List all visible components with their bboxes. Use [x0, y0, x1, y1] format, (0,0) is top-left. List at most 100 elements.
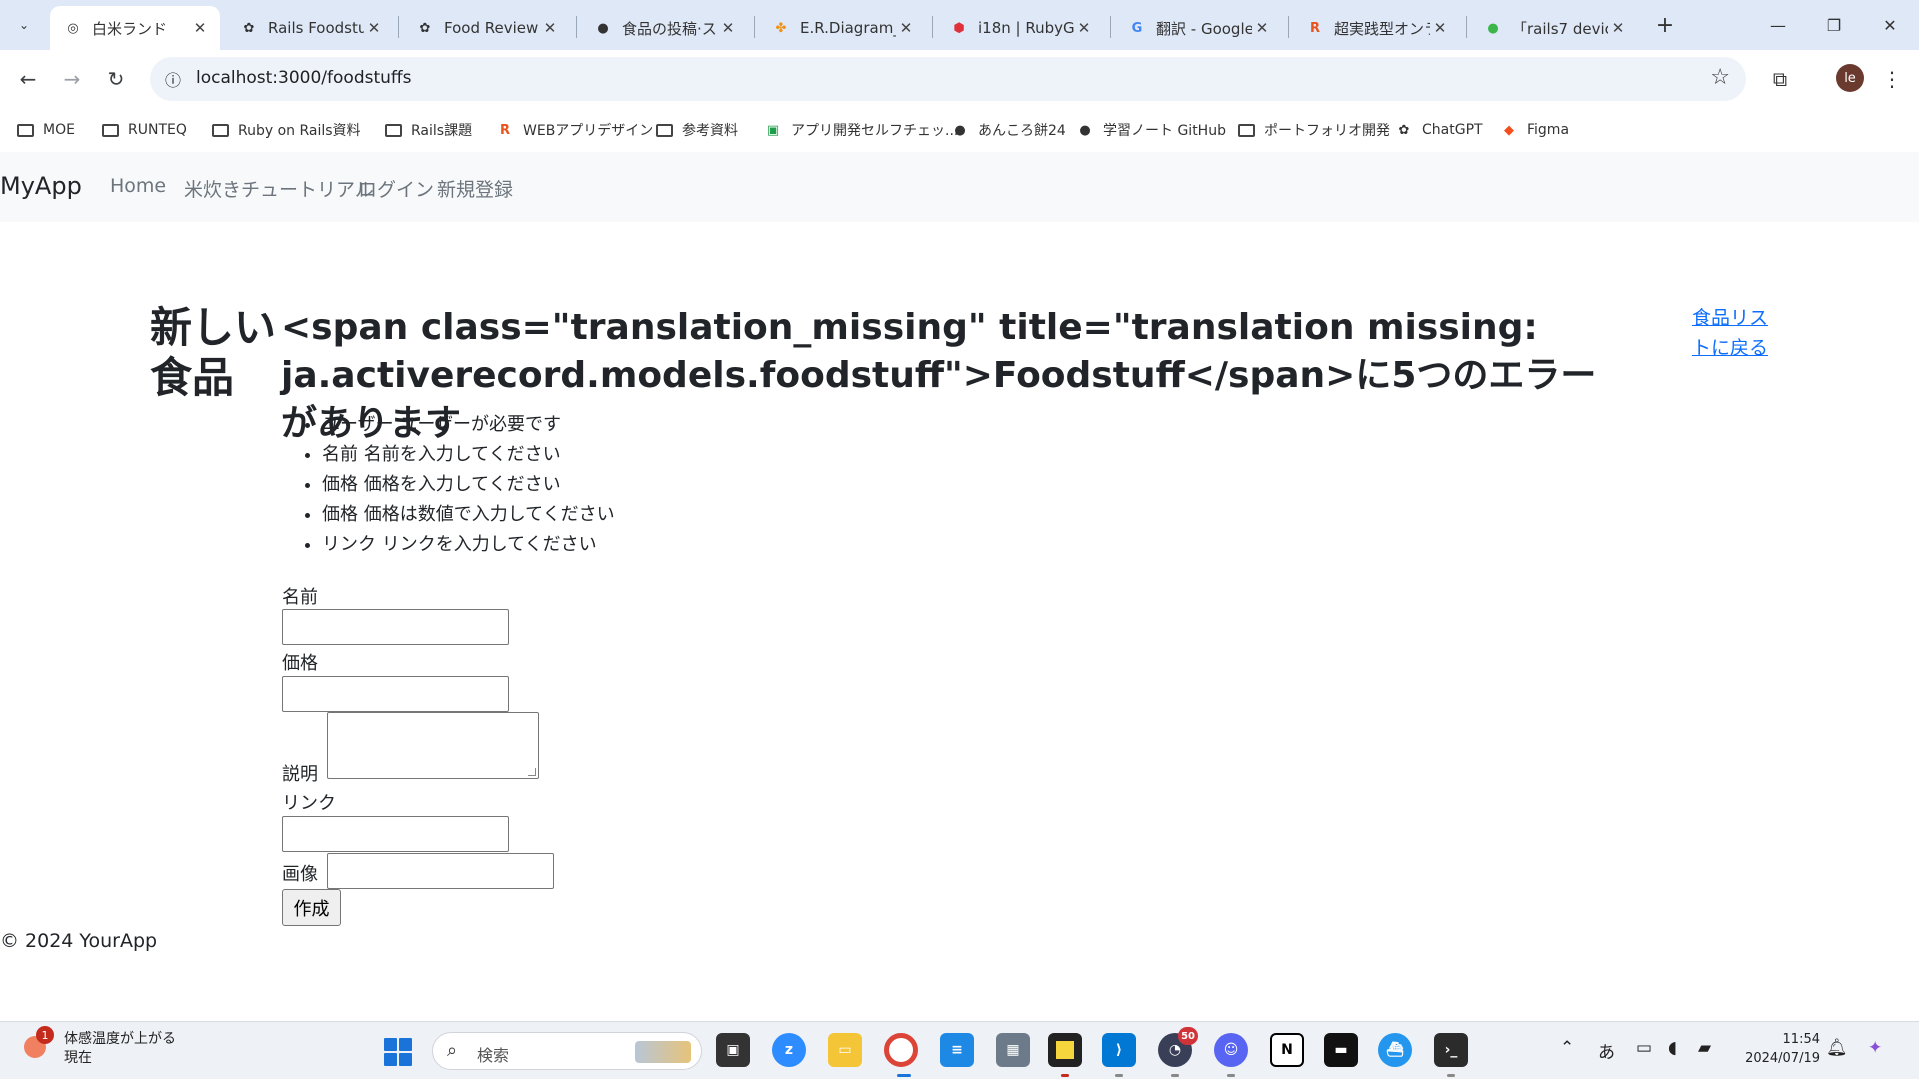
chrome-icon[interactable] [884, 1033, 918, 1067]
create-button[interactable]: 作成 [282, 889, 341, 926]
runcat-icon[interactable]: ◔ 50 [1158, 1027, 1198, 1067]
sticky-notes-icon[interactable] [1048, 1033, 1082, 1067]
windows-terminal-icon[interactable]: ›_ [1434, 1033, 1468, 1067]
vscode-icon[interactable]: ⟩ [1102, 1033, 1136, 1067]
github-icon: ● [1079, 122, 1091, 138]
volume-icon[interactable]: ◖ [1668, 1038, 1677, 1058]
resize-handle-icon[interactable] [528, 768, 536, 776]
window-close-icon[interactable]: ✕ [1862, 6, 1918, 44]
description-label: 説明 [282, 764, 318, 785]
bookmark-item[interactable]: ◆ Figma [1500, 118, 1569, 142]
nav-signup[interactable]: 新規登録 [437, 175, 513, 202]
battery-icon[interactable]: ▰ [1698, 1038, 1711, 1058]
restore-icon[interactable]: ❐ [1806, 6, 1862, 44]
discord-icon[interactable]: ☺ [1214, 1033, 1248, 1067]
error-list: ユーザー ユーザーが必要です 名前 名前を入力してください 価格 価格を入力して… [282, 410, 615, 560]
back-arrow-icon[interactable]: ← [12, 63, 44, 95]
reload-icon[interactable]: ↻ [100, 63, 132, 95]
bell-icon[interactable]: 🔔︎ [1826, 1038, 1848, 1058]
tab-active[interactable]: ◎ 白米ランド ✕ [50, 6, 220, 50]
tab[interactable]: ✤ E.R.Diagram_ ✕ [758, 6, 926, 50]
calculator-icon[interactable]: ▦ [996, 1033, 1030, 1067]
tab-search-button[interactable]: ⌄ [8, 10, 40, 40]
taskbar: 1 体感温度が上がる 現在 ⌕ 検索 ▣ z ▭ ≡ ▦ ⟩ ◔ 50 ☺ N ▬… [0, 1021, 1919, 1079]
nav-rice-tutorial[interactable]: 米炊きチュートリアル [184, 175, 374, 202]
zoom-icon[interactable]: z [772, 1033, 806, 1067]
er-diagram-icon: ✤ [775, 20, 787, 36]
runteq-icon: R [1309, 20, 1320, 36]
chevron-up-icon[interactable]: ⌃ [1560, 1038, 1574, 1058]
notion-icon[interactable]: N [1270, 1033, 1304, 1067]
ime-indicator[interactable]: あ [1598, 1038, 1615, 1063]
close-icon[interactable]: ✕ [718, 19, 738, 37]
error-item: ユーザー ユーザーが必要です [322, 410, 615, 440]
more-menu-icon[interactable]: ⋮ [1876, 63, 1908, 95]
tab-title: E.R.Diagram_ [800, 19, 896, 37]
windows-start-icon[interactable] [384, 1038, 412, 1066]
task-view-icon[interactable]: ▣ [716, 1033, 750, 1067]
bookmark-item[interactable]: 参考資料 [655, 118, 738, 142]
app-running-indicator [1227, 1074, 1235, 1077]
minimize-icon[interactable]: — [1750, 6, 1806, 44]
tab-title: 超実践型オンラ [1334, 19, 1430, 38]
network-icon[interactable]: ▭ [1636, 1038, 1652, 1058]
nav-login[interactable]: ログイン [358, 175, 434, 202]
new-tab-button[interactable]: + [1650, 10, 1680, 40]
file-explorer-icon[interactable]: ▭ [828, 1033, 862, 1067]
notepad-icon[interactable]: ≡ [940, 1033, 974, 1067]
bookmark-item[interactable]: Ruby on Rails資料 [211, 118, 361, 142]
bookmark-item[interactable]: ポートフォリオ開発 [1237, 118, 1390, 142]
address-bar[interactable]: ⓘ localhost:3000/foodstuffs ☆ [150, 57, 1746, 101]
bookmark-item[interactable]: ● あんころ餅24 [951, 118, 1066, 142]
back-to-list-link[interactable]: 食品リストに戻る [1692, 303, 1770, 363]
image-field[interactable] [327, 853, 554, 889]
tab[interactable]: ⬢ i18n | RubyGe ✕ [936, 6, 1104, 50]
tab[interactable]: ✿ Food Review ✕ [402, 6, 570, 50]
bookmark-item[interactable]: ▣ アプリ開発セルフチェッ... [764, 118, 959, 142]
close-icon[interactable]: ✕ [1608, 19, 1628, 37]
price-label: 価格 [282, 653, 318, 674]
terminal-icon[interactable]: ▬ [1324, 1033, 1358, 1067]
close-icon[interactable]: ✕ [896, 19, 916, 37]
tab[interactable]: R 超実践型オンラ ✕ [1292, 6, 1460, 50]
link-field[interactable] [282, 816, 509, 852]
bookmark-item[interactable]: RUNTEQ [101, 118, 187, 142]
folder-icon [101, 121, 119, 139]
tab[interactable]: G 翻訳 - Google ✕ [1114, 6, 1282, 50]
close-icon[interactable]: ✕ [1430, 19, 1450, 37]
footer-copyright: © 2024 YourApp [0, 930, 158, 952]
search-placeholder: 検索 [477, 1046, 510, 1065]
site-info-icon[interactable]: ⓘ [160, 66, 186, 92]
bookmark-item[interactable]: MOE [16, 118, 75, 142]
bookmark-item[interactable]: Rails課題 [384, 118, 472, 142]
taskbar-search[interactable]: ⌕ 検索 [432, 1032, 702, 1070]
url-text[interactable]: localhost:3000/foodstuffs [196, 68, 411, 88]
brand-link[interactable]: MyApp [0, 172, 82, 200]
bookmark-item[interactable]: ✿ ChatGPT [1395, 118, 1483, 142]
weather-widget[interactable]: 1 体感温度が上がる 現在 [24, 1026, 176, 1068]
chevron-down-icon: ⌄ [18, 18, 30, 32]
copilot-icon[interactable]: ✦ [1868, 1038, 1882, 1058]
description-textarea[interactable] [327, 712, 539, 779]
name-field[interactable] [282, 609, 509, 645]
app-running-indicator [1171, 1074, 1179, 1077]
close-icon[interactable]: ✕ [540, 19, 560, 37]
docker-icon[interactable]: ⛴ [1378, 1033, 1412, 1067]
forward-arrow-icon[interactable]: → [56, 63, 88, 95]
tab[interactable]: ✿ Rails Foodstu ✕ [226, 6, 394, 50]
bookmark-star-icon[interactable]: ☆ [1710, 65, 1730, 90]
tab[interactable]: ● 「rails7 device ✕ [1470, 6, 1638, 50]
system-clock[interactable]: 11:54 2024/07/19 [1740, 1030, 1820, 1068]
price-field[interactable] [282, 676, 509, 712]
nav-home[interactable]: Home [110, 175, 166, 197]
bookmark-item[interactable]: ● 学習ノート GitHub [1076, 118, 1226, 142]
tab[interactable]: ● 食品の投稿·ス ✕ [580, 6, 748, 50]
avatar[interactable]: le [1836, 64, 1864, 92]
extensions-icon[interactable]: ⧉ [1764, 63, 1796, 95]
bookmark-item[interactable]: R WEBアプリデザイン [496, 118, 653, 142]
close-icon[interactable]: ✕ [1252, 19, 1272, 37]
close-icon[interactable]: ✕ [1074, 19, 1094, 37]
close-icon[interactable]: ✕ [364, 19, 384, 37]
weather-title: 体感温度が上がる [64, 1031, 176, 1047]
close-icon[interactable]: ✕ [190, 19, 210, 37]
